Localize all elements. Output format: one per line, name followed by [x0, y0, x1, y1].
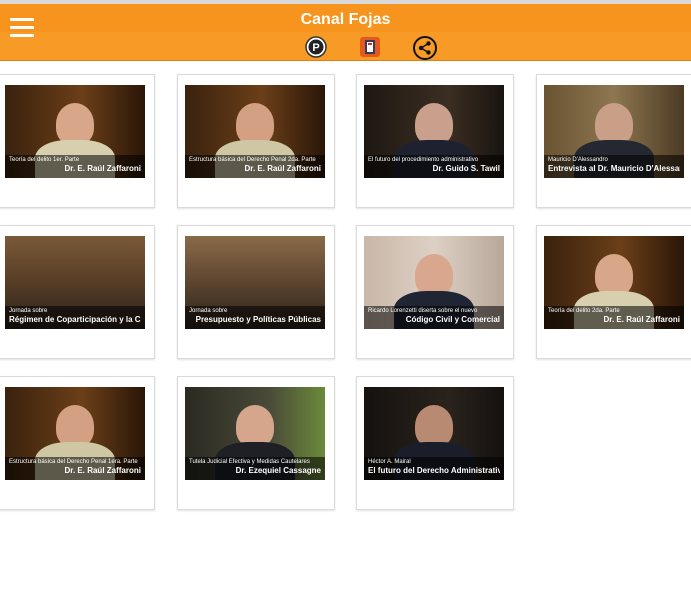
video-title: Dr. E. Raúl Zaffaroni [603, 315, 680, 324]
video-subtitle: Héctor A. Mairal [368, 459, 411, 465]
app-header: Canal Fojas P [0, 4, 691, 61]
video-thumbnail: Héctor A. Mairal El futuro del Derecho Ad… [364, 387, 504, 480]
video-title: Presupuesto y Políticas Públicas [195, 315, 321, 324]
video-title: Código Civil y Comercial [405, 315, 500, 324]
video-title: Régimen de Coparticipación y la CABA [9, 315, 141, 324]
video-card[interactable]: Tutela Judicial Efectiva y Medidas Caute… [177, 376, 335, 510]
video-thumbnail: Teoría del delito 2da. Parte Dr. E. Raúl … [544, 236, 684, 329]
video-title: Dr. E. Raúl Zaffaroni [64, 466, 141, 475]
video-subtitle: Jornada sobre [189, 308, 228, 314]
video-title: Dr. Ezequiel Cassagne [235, 466, 321, 475]
video-card[interactable]: El futuro del procedimiento administrati… [356, 74, 514, 208]
video-card[interactable]: Héctor A. Mairal El futuro del Derecho Ad… [356, 376, 514, 510]
video-subtitle: Teoría del delito 2da. Parte [548, 308, 620, 314]
video-subtitle: Estructura básica del Derecho Penal 2da.… [189, 157, 316, 163]
video-card[interactable]: Mauricio D'Alessandro Entrevista al Dr. M… [536, 74, 691, 208]
video-thumbnail: Tutela Judicial Efectiva y Medidas Caute… [185, 387, 325, 480]
video-subtitle: El futuro del procedimiento administrati… [368, 157, 479, 163]
video-thumbnail: Jornada sobre Régimen de Coparticipación … [5, 236, 145, 329]
video-thumbnail: Jornada sobre Presupuesto y Políticas Púb… [185, 236, 325, 329]
video-subtitle: Mauricio D'Alessandro [548, 157, 608, 163]
video-card[interactable]: Teoría del delito 2da. Parte Dr. E. Raúl … [536, 225, 691, 359]
parking-icon[interactable]: P [305, 36, 327, 58]
video-subtitle: Ricardo Lorenzetti diserta sobre el nuev… [368, 308, 478, 314]
video-title: El futuro del Derecho Administrativo [368, 466, 500, 475]
video-card[interactable]: Jornada sobre Régimen de Coparticipación … [0, 225, 155, 359]
video-card[interactable]: Jornada sobre Presupuesto y Políticas Púb… [177, 225, 335, 359]
video-thumbnail: Ricardo Lorenzetti diserta sobre el nuev… [364, 236, 504, 329]
video-subtitle: Estructura básica del Derecho Penal 1era… [9, 459, 138, 465]
video-thumbnail: Estructura básica del Derecho Penal 2da.… [185, 85, 325, 178]
share-icon[interactable] [413, 36, 437, 60]
video-card[interactable]: Estructura básica del Derecho Penal 2da.… [177, 74, 335, 208]
video-thumbnail: Mauricio D'Alessandro Entrevista al Dr. M… [544, 85, 684, 178]
video-subtitle: Teoría del delito 1er. Parte [9, 157, 80, 163]
video-title: Dr. E. Raúl Zaffaroni [64, 164, 141, 173]
svg-text:P: P [312, 42, 319, 54]
book-icon[interactable] [359, 36, 381, 58]
page-title: Canal Fojas [300, 11, 391, 28]
video-thumbnail: Teoría del delito 1er. Parte Dr. E. Raúl … [5, 85, 145, 178]
video-subtitle: Tutela Judicial Efectiva y Medidas Caute… [189, 459, 310, 465]
video-card[interactable]: Ricardo Lorenzetti diserta sobre el nuev… [356, 225, 514, 359]
video-title: Entrevista al Dr. Mauricio D'Alessandro [548, 164, 680, 173]
video-thumbnail: Estructura básica del Derecho Penal 1era… [5, 387, 145, 480]
video-subtitle: Jornada sobre [9, 308, 48, 314]
video-title: Dr. E. Raúl Zaffaroni [244, 164, 321, 173]
video-title: Dr. Guido S. Tawil [432, 164, 500, 173]
video-thumbnail: El futuro del procedimiento administrati… [364, 85, 504, 178]
header-toolbar-band [0, 32, 691, 60]
video-card[interactable]: Teoría del delito 1er. Parte Dr. E. Raúl … [0, 74, 155, 208]
video-card[interactable]: Estructura básica del Derecho Penal 1era… [0, 376, 155, 510]
